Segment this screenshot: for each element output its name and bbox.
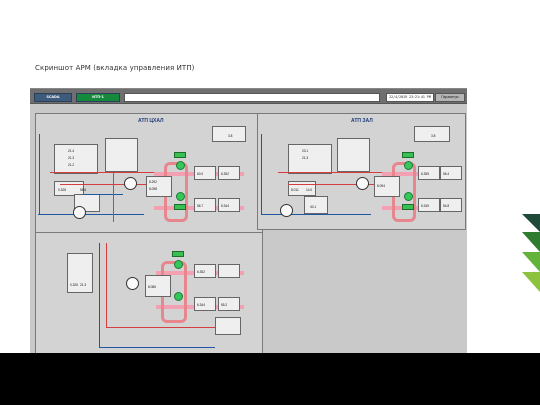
panel-itp-right: АТП ЗАЛ 23.1 21.3 8.011 14.0 40.1 8.094 — [257, 113, 466, 230]
control-block-b[interactable] — [105, 138, 138, 172]
toolbar-message-field — [124, 93, 380, 102]
right-value-c3: 6.349 — [421, 204, 429, 208]
accent-triangle-4 — [522, 272, 540, 292]
panel-title-left: АТП ЦХАЛ — [138, 118, 164, 124]
right-value-a2: 21.3 — [302, 156, 309, 160]
right-value-c1: 6.355 — [421, 172, 429, 176]
value-lower-main: 8.086 — [148, 285, 156, 289]
return-pipe-lower — [99, 347, 215, 348]
value-a3: 21.2 — [68, 163, 75, 167]
panel-title-right: АТП ЗАЛ — [351, 118, 373, 124]
right-mode-badge-1[interactable] — [402, 152, 414, 158]
right-mode-badge-2[interactable] — [402, 204, 414, 210]
accent-triangle-3 — [522, 252, 540, 272]
bottom-black-bar — [0, 353, 540, 405]
params-button[interactable]: Параметры — [435, 93, 465, 102]
value-top: 3.8 — [228, 134, 233, 138]
right-value-a1: 23.1 — [302, 149, 309, 153]
value-c4: 6.344 — [221, 204, 229, 208]
pump-lower-1[interactable] — [126, 277, 139, 290]
mode-badge-lower[interactable] — [172, 251, 184, 257]
value-c1: 60.0 — [197, 172, 204, 176]
right-pump-2[interactable] — [280, 204, 293, 217]
pump-status-lower-1[interactable] — [174, 260, 183, 269]
toolbar-clock: 22/4/2019 23:21:41 PM — [386, 93, 434, 102]
right-value-b1: 8.011 — [291, 188, 299, 192]
value-main-2: 8.098 — [149, 187, 157, 191]
return-pipe-vertical — [39, 134, 40, 214]
tab-scada[interactable]: SCADA — [34, 93, 72, 102]
return-pipe-b — [83, 194, 123, 195]
slide-title: Скриншот АРМ (вкладка управления ИТП) — [35, 64, 195, 72]
presentation-slide: Скриншот АРМ (вкладка управления ИТП) SC… — [0, 0, 540, 356]
pump-status-1[interactable] — [176, 161, 185, 170]
right-value-c2: 56.4 — [443, 172, 450, 176]
panel-itp-left: АТП ЦХАЛ 21.4 21.3 21.2 0.328 58.6 8.292… — [35, 113, 263, 233]
pump-left-2[interactable] — [73, 206, 86, 219]
right-pump-1[interactable] — [356, 177, 369, 190]
value-a2: 21.3 — [68, 156, 75, 160]
supply-pipe-lower-vertical — [106, 243, 107, 327]
mode-badge-2[interactable] — [174, 204, 186, 210]
right-return-vertical — [261, 134, 262, 214]
value-a1: 21.4 — [68, 149, 75, 153]
control-block-lower[interactable] — [67, 253, 93, 293]
return-pipe-lower-vertical — [99, 243, 100, 347]
right-value-c4: 54.8 — [443, 204, 450, 208]
pump-status-2[interactable] — [176, 192, 185, 201]
supply-pipe-vertical — [113, 172, 114, 222]
value-lower-c4: 55.2 — [221, 303, 228, 307]
right-control-block-b[interactable] — [337, 138, 370, 172]
pump-left-1[interactable] — [124, 177, 137, 190]
panel-itp-lower: 0.326 21.3 8.086 6.352 6.344 55.2 — [35, 232, 263, 356]
right-control-block-a[interactable] — [288, 144, 332, 174]
sensor-box-lower[interactable] — [215, 317, 241, 335]
right-value-top: 3.8 — [431, 134, 436, 138]
right-supply-pipe-a — [278, 172, 388, 173]
supply-pipe-a — [50, 172, 160, 173]
pump-status-lower-2[interactable] — [174, 292, 183, 301]
right-return-pipe — [261, 214, 371, 215]
value-lower-2: 21.3 — [80, 283, 87, 287]
right-value-b3: 40.1 — [310, 205, 317, 209]
value-b2: 58.6 — [80, 188, 87, 192]
value-lower-c3: 6.344 — [197, 303, 205, 307]
accent-triangle-1 — [522, 214, 540, 232]
value-b1: 0.328 — [58, 188, 66, 192]
scada-screen: SCADA ИТП-1 22/4/2019 23:21:41 PM Параме… — [30, 88, 467, 356]
tab-itp[interactable]: ИТП-1 — [76, 93, 120, 102]
value-lower-c1: 6.352 — [197, 270, 205, 274]
scada-toolbar: SCADA ИТП-1 22/4/2019 23:21:41 PM Параме… — [30, 89, 467, 104]
mode-badge-1[interactable] — [174, 152, 186, 158]
value-main-1: 8.292 — [149, 180, 157, 184]
right-supply-pipe-b — [288, 184, 386, 185]
return-pipe-a — [38, 214, 144, 215]
supply-pipe-b — [60, 184, 160, 185]
right-value-main: 8.094 — [377, 184, 385, 188]
control-block-a[interactable] — [54, 144, 98, 174]
accent-triangle-2 — [522, 232, 540, 252]
value-c3: 56.7 — [197, 204, 204, 208]
value-c2: 6.352 — [221, 172, 229, 176]
right-pump-status-2[interactable] — [404, 192, 413, 201]
right-value-b2: 14.0 — [306, 188, 313, 192]
pressure-box-lower-2[interactable] — [218, 264, 240, 278]
value-lower-1: 0.326 — [70, 283, 78, 287]
right-pump-status-1[interactable] — [404, 161, 413, 170]
